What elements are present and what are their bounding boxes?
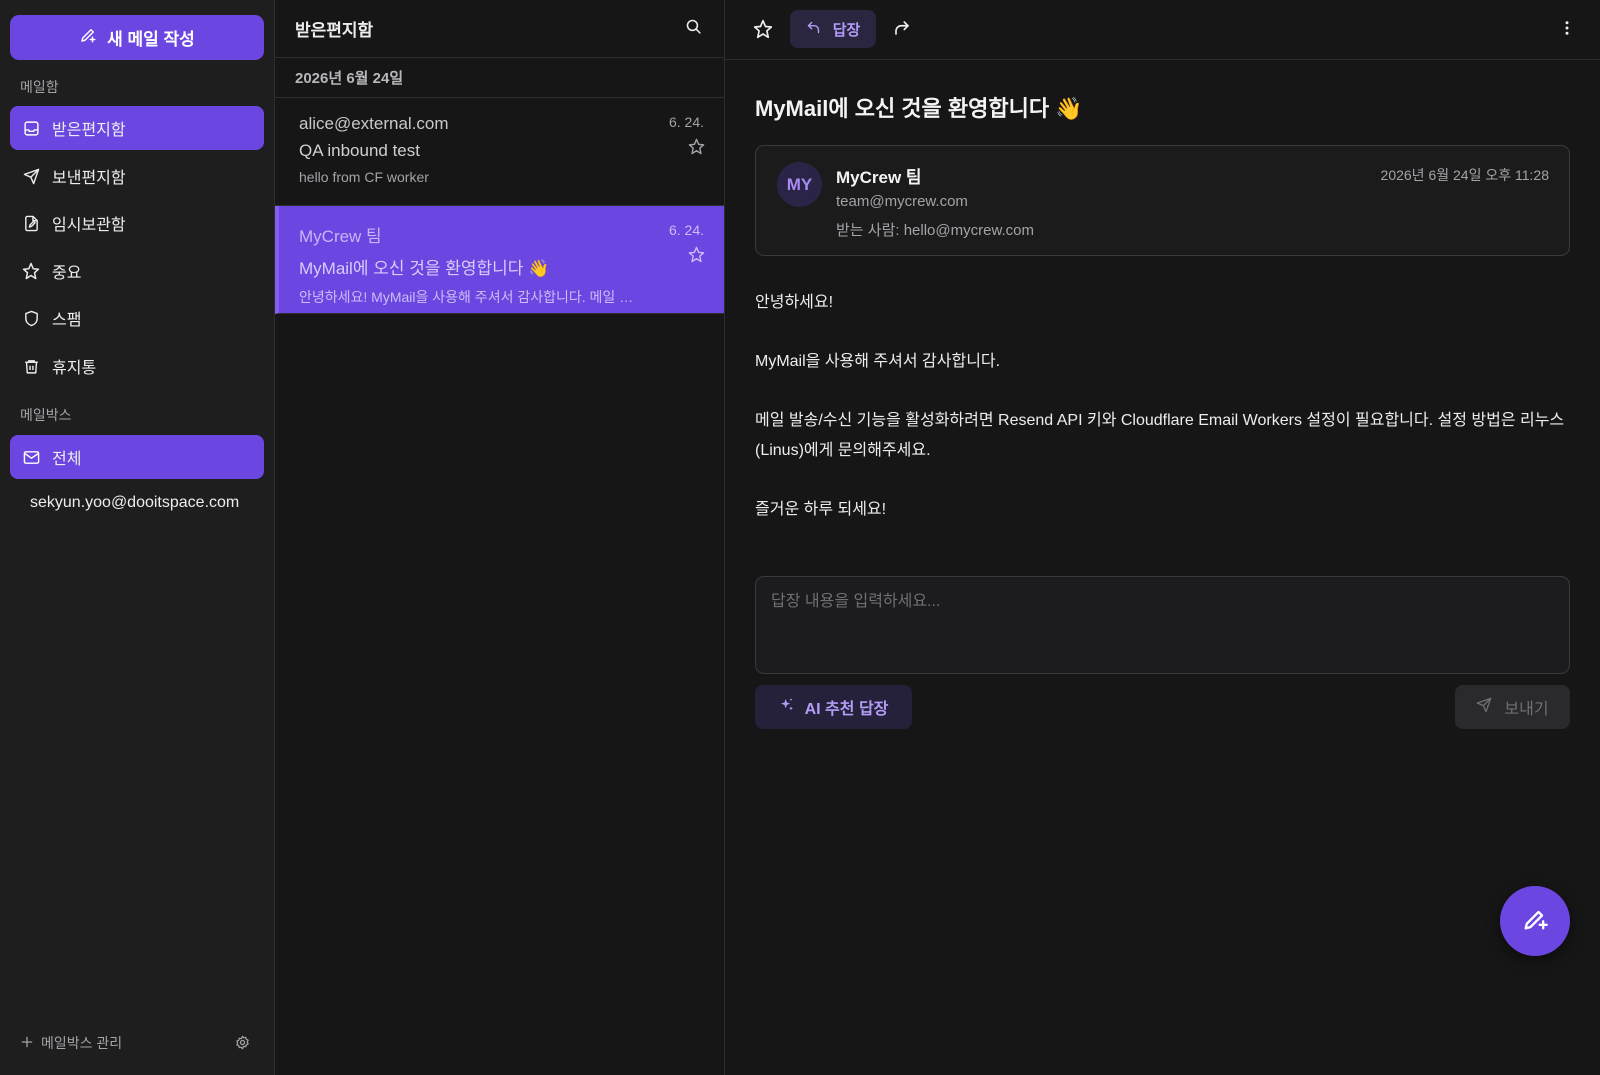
mailbox-group-section-label: 메일박스 [20, 407, 72, 423]
star-icon[interactable] [688, 138, 705, 160]
trash-icon [22, 357, 40, 375]
sidebar-item-drafts[interactable]: 임시보관함 [10, 201, 264, 245]
sidebar-item-label: 중요 [52, 265, 82, 282]
mail-list-title: 받은편지함 [295, 21, 374, 40]
send-button[interactable]: 보내기 [1455, 685, 1570, 729]
mail-preview: hello from CF worker [299, 169, 429, 185]
mail-reader: 답장 MyMail에 오신 것을 환영합니다 👋 MY MyCrew 팀 tea… [725, 0, 1600, 1075]
sidebar-item-label: 휴지통 [52, 360, 97, 377]
sender-email: team@mycrew.com [836, 193, 968, 210]
sidebar-item-label: 전체 [52, 451, 82, 468]
mail-list-pane: 받은편지함 2026년 6월 24일 alice@external.com QA… [275, 0, 725, 1075]
search-icon[interactable] [685, 18, 702, 40]
mail-icon [22, 448, 40, 466]
recipient-line: 받는 사람: hello@mycrew.com [836, 222, 1034, 239]
mail-list-header: 받은편지함 [275, 0, 724, 58]
reply-input[interactable] [771, 587, 1554, 663]
body-paragraph: 안녕하세요! [755, 294, 834, 311]
reader-toolbar: 답장 [725, 0, 1600, 60]
mail-date: 6. 24. [668, 114, 704, 130]
sidebar-item-label: 보낸편지함 [52, 170, 126, 187]
manage-mailbox-label: 메일박스 관리 [41, 1035, 123, 1051]
star-icon [22, 262, 40, 280]
compose-label: 새 메일 작성 [107, 30, 195, 49]
sidebar-item-sent[interactable]: 보낸편지함 [10, 154, 264, 198]
mail-subject: QA inbound test [299, 141, 420, 160]
sparkle-icon [779, 697, 795, 718]
reply-button[interactable]: 답장 [790, 10, 876, 48]
more-vertical-icon[interactable] [1558, 19, 1576, 42]
mail-sender: alice@external.com [299, 114, 449, 133]
mail-list-item[interactable]: alice@external.com QA inbound test hello… [275, 98, 724, 206]
sender-card: MY MyCrew 팀 team@mycrew.com 받는 사람: hello… [755, 145, 1570, 256]
mail-preview: 안녕하세요! MyMail을 사용해 주셔서 감사합니다. 메일 발송/수신 기… [299, 289, 644, 305]
sidebar-item-label: 스팸 [52, 312, 82, 329]
send-icon [22, 167, 40, 185]
star-icon[interactable] [688, 246, 705, 268]
shield-icon [22, 309, 40, 327]
body-paragraph: 즐거운 하루 되세요! [755, 501, 887, 518]
pencil-plus-icon [1521, 905, 1549, 938]
mail-subject: MyMail에 오신 것을 환영합니다 👋 [299, 259, 550, 278]
sidebar-item-trash[interactable]: 휴지통 [10, 344, 264, 388]
mail-body: 안녕하세요! MyMail을 사용해 주셔서 감사합니다. 메일 발송/수신 기… [755, 288, 1575, 554]
date-group-header: 2026년 6월 24일 [275, 58, 724, 98]
send-label: 보내기 [1504, 701, 1549, 718]
sent-timestamp: 2026년 6월 24일 오후 11:28 [1380, 167, 1549, 183]
gear-icon[interactable] [235, 1035, 250, 1055]
compose-button[interactable]: 새 메일 작성 [10, 15, 264, 60]
sidebar-item-label: 임시보관함 [52, 217, 126, 234]
mailbox-section-label: 메일함 [20, 79, 59, 95]
reply-label: 답장 [832, 21, 861, 39]
mail-app: 새 메일 작성 메일함 받은편지함 보낸편지함 임시보관함 중요 스팸 휴지통 … [0, 0, 1600, 1075]
mail-date: 6. 24. [668, 222, 704, 238]
floating-compose-button[interactable] [1500, 886, 1570, 956]
star-icon[interactable] [753, 19, 773, 44]
sidebar-item-label: 받은편지함 [52, 122, 126, 139]
sidebar-item-all[interactable]: 전체 [10, 435, 264, 479]
sidebar-item-spam[interactable]: 스팸 [10, 296, 264, 340]
mail-list-item-selected[interactable]: MyCrew 팀 MyMail에 오신 것을 환영합니다 👋 안녕하세요! My… [275, 206, 724, 314]
account-item[interactable]: sekyun.yoo@dooitspace.com [30, 494, 239, 512]
sidebar: 새 메일 작성 메일함 받은편지함 보낸편지함 임시보관함 중요 스팸 휴지통 … [0, 0, 275, 1075]
send-icon [1476, 697, 1492, 718]
ai-reply-button[interactable]: AI 추천 답장 [755, 685, 912, 729]
mail-sender: MyCrew 팀 [299, 227, 382, 246]
sidebar-item-inbox[interactable]: 받은편지함 [10, 106, 264, 150]
sidebar-item-starred[interactable]: 중요 [10, 249, 264, 293]
avatar: MY [777, 162, 822, 207]
pencil-plus-icon [79, 26, 97, 49]
body-paragraph: MyMail을 사용해 주셔서 감사합니다. [755, 353, 1001, 370]
draft-icon [22, 214, 40, 232]
reply-box [755, 576, 1570, 674]
body-paragraph: 메일 발송/수신 기능을 활성화하려면 Resend API 키와 Cloudf… [755, 412, 1565, 459]
forward-icon[interactable] [893, 19, 911, 42]
plus-icon [20, 1035, 34, 1052]
ai-reply-label: AI 추천 답장 [804, 701, 889, 718]
inbox-icon [22, 119, 40, 137]
sender-name: MyCrew 팀 [836, 168, 922, 187]
mail-subject-heading: MyMail에 오신 것을 환영합니다 👋 [755, 96, 1083, 121]
reply-icon [806, 20, 821, 39]
manage-mailbox-button[interactable]: 메일박스 관리 [20, 1033, 122, 1053]
